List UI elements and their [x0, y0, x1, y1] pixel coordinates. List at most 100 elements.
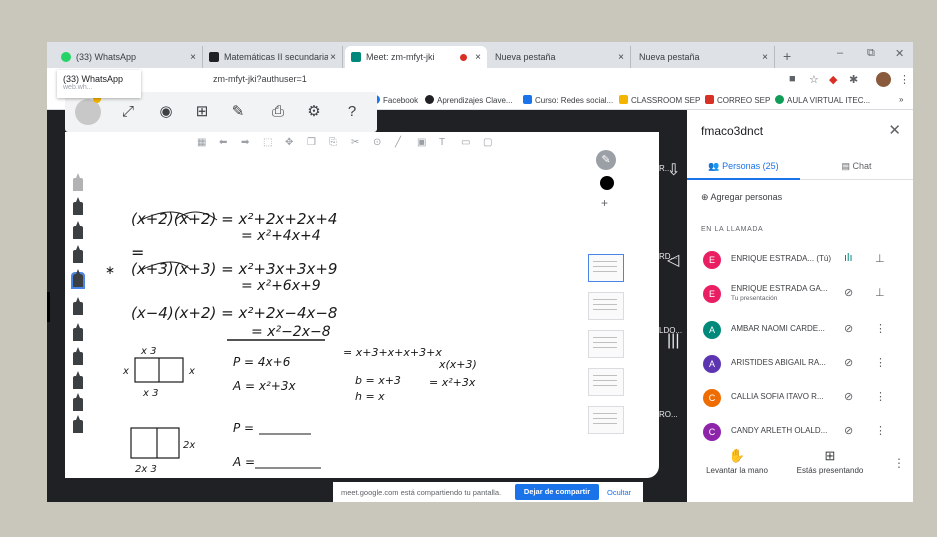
product: x(x+3)	[438, 358, 477, 371]
add-people-button[interactable]: ⊕ Agregar personas	[701, 192, 782, 203]
page-thumb-selected[interactable]	[588, 254, 624, 282]
user-avatar[interactable]	[75, 95, 101, 125]
meeting-code: fmaco3dnct	[701, 124, 764, 138]
recents-icon[interactable]: |||	[667, 332, 679, 350]
raise-hand-label: Levantar la mano	[706, 466, 768, 475]
tab-people[interactable]: 👥 Personas (25)	[687, 154, 800, 180]
rect1-top-label: x 3	[140, 346, 156, 357]
participant-row[interactable]: E ENRIQUE ESTRADA GA... Tu presentación …	[687, 278, 913, 312]
share-icon[interactable]: ⎙	[269, 103, 287, 121]
extension-icon[interactable]: ◆	[829, 73, 837, 86]
page-thumb[interactable]	[588, 330, 624, 358]
bookmark-correo[interactable]: CORREO SEP	[705, 95, 770, 105]
page-thumb[interactable]	[588, 406, 624, 434]
pin-icon[interactable]: ⊥	[875, 252, 885, 265]
drag-handle[interactable]	[47, 292, 50, 322]
bookmark-curso[interactable]: Curso: Redes social...	[523, 95, 613, 105]
tab-new-2[interactable]: Nueva pestaña ×	[633, 46, 775, 68]
rectangle-2	[130, 427, 180, 459]
height-value: h = x	[355, 390, 385, 403]
close-icon[interactable]: ×	[475, 52, 481, 63]
rect1-left-label: x	[122, 366, 129, 377]
rect1-right-label: x	[188, 366, 195, 377]
maximize-button[interactable]: ⧉	[867, 47, 875, 60]
pen-icon[interactable]: ✎	[229, 103, 247, 121]
participant-row[interactable]: C CANDY ARLETH OLALD... ⊘ ⋮	[687, 416, 913, 450]
more-options-icon[interactable]: ⋮	[875, 390, 886, 403]
mic-off-icon: ⊘	[844, 425, 854, 437]
more-options-icon[interactable]: ⋮	[875, 356, 886, 369]
stop-sharing-button[interactable]: Dejar de compartir	[515, 484, 599, 500]
equation-line-2b: = x²+6x+9	[241, 278, 321, 294]
hide-banner-button[interactable]: Ocultar	[607, 488, 631, 497]
handwriting-strokes: (x+2)(x+2) = x²+2x+2x+4 = x²+4x+4 = (x+3…	[105, 210, 477, 475]
presentation-off-icon: ⊘	[844, 287, 854, 299]
expand-icon[interactable]: ⤢	[119, 103, 137, 121]
participant-row[interactable]: E ENRIQUE ESTRADA... (Tú) ılı ⊥	[687, 244, 913, 278]
bookmark-label: Facebook	[383, 96, 419, 105]
more-options-icon[interactable]: ⋮	[875, 322, 886, 335]
area-1: A = x²+3x	[232, 379, 296, 393]
minimize-button[interactable]: –	[837, 47, 843, 59]
puzzle-icon[interactable]: ✱	[849, 73, 858, 86]
cast-icon[interactable]: ■	[789, 73, 796, 85]
close-window-button[interactable]: ✕	[895, 47, 904, 60]
avatar: A	[703, 355, 721, 373]
back-icon[interactable]: ◁	[667, 250, 679, 270]
speaking-icon: ılı	[844, 252, 853, 264]
bookmark-label: CLASSROOM SEP	[631, 96, 701, 105]
color-swatch-black[interactable]	[600, 176, 614, 190]
whiteboard-canvas[interactable]: ▦ ⬅ ➡ ⬚ ✥ ❐ ⎘ ✂ ⊙ ╱ ▣ T ▭ ▢ (x+2)(x+2) =…	[65, 132, 659, 478]
perimeter-1: P = 4x+6	[233, 355, 291, 369]
pencil-icon[interactable]: ✎	[596, 150, 616, 170]
close-icon[interactable]: ×	[330, 52, 336, 63]
bookmark-facebook[interactable]: Facebook	[371, 95, 418, 105]
presenting-button[interactable]: ⊞ Estás presentando	[785, 448, 875, 475]
tab-whatsapp[interactable]: (33) WhatsApp ×	[55, 46, 203, 68]
new-tab-button[interactable]: +	[783, 48, 791, 64]
tab-new-1[interactable]: Nueva pestaña ×	[489, 46, 631, 68]
avatar: C	[703, 423, 721, 441]
star-icon[interactable]: ☆	[809, 73, 819, 86]
present-icon: ⊞	[824, 448, 836, 463]
profile-avatar[interactable]	[876, 72, 891, 87]
help-icon[interactable]: ?	[343, 103, 361, 121]
tab-label: Nueva pestaña	[495, 52, 556, 62]
add-page-icon[interactable]: +	[601, 196, 608, 210]
more-options-icon[interactable]: ⋮	[875, 424, 886, 437]
tab-chat[interactable]: ▤ Chat	[800, 154, 913, 180]
page-thumb[interactable]	[588, 292, 624, 320]
tab-strip: (33) WhatsApp × Matemáticas II secundari…	[47, 42, 913, 68]
close-icon[interactable]: ×	[762, 52, 768, 63]
in-call-heading: EN LA LLAMADA	[701, 226, 764, 233]
close-icon[interactable]: ×	[618, 52, 624, 63]
tab-meet[interactable]: Meet: zm-mfyt-jki ×	[345, 46, 487, 68]
close-icon[interactable]: ×	[190, 52, 196, 63]
share-device-icon[interactable]: ⇩	[667, 160, 680, 180]
bookmark-aula[interactable]: AULA VIRTUAL ITEC...	[775, 95, 870, 105]
camera-icon[interactable]: ◉	[157, 103, 175, 121]
tooltip-title: (33) WhatsApp	[63, 74, 124, 84]
bookmark-aprendizajes[interactable]: Aprendizajes Clave...	[425, 95, 513, 105]
settings-icon[interactable]: ⚙	[305, 103, 323, 121]
raise-hand-button[interactable]: ✋ Levantar la mano	[697, 448, 777, 475]
participant-row[interactable]: A AMBAR NAOMI CARDE... ⊘ ⋮	[687, 314, 913, 348]
classroom-icon	[619, 95, 628, 104]
url-field[interactable]: zm-mfyt-jki?authuser=1	[213, 74, 307, 84]
globe-icon	[425, 95, 434, 104]
bookmark-classroom[interactable]: CLASSROOM SEP	[619, 95, 700, 105]
close-panel-button[interactable]: ✕	[888, 121, 901, 139]
more-options-icon[interactable]: ⋮	[893, 456, 905, 470]
product-result: = x²+3x	[429, 376, 476, 389]
bookmarks-more-button[interactable]: »	[899, 95, 903, 104]
menu-icon[interactable]: ⋮	[899, 73, 910, 86]
record-icon[interactable]: ⊞	[193, 103, 211, 121]
page-thumb[interactable]	[588, 368, 624, 396]
pin-icon[interactable]: ⊥	[875, 286, 885, 299]
participant-name: CANDY ARLETH OLALD...	[731, 426, 828, 435]
participant-row[interactable]: C CALLIA SOFIA ITAVO R... ⊘ ⋮	[687, 382, 913, 416]
area-2: A =	[232, 455, 255, 469]
tab-matematicas[interactable]: Matemáticas II secundaria 2° G ×	[203, 46, 343, 68]
participant-row[interactable]: A ARISTIDES ABIGAIL RA... ⊘ ⋮	[687, 348, 913, 382]
rect2-right-label: 2x	[183, 440, 195, 451]
